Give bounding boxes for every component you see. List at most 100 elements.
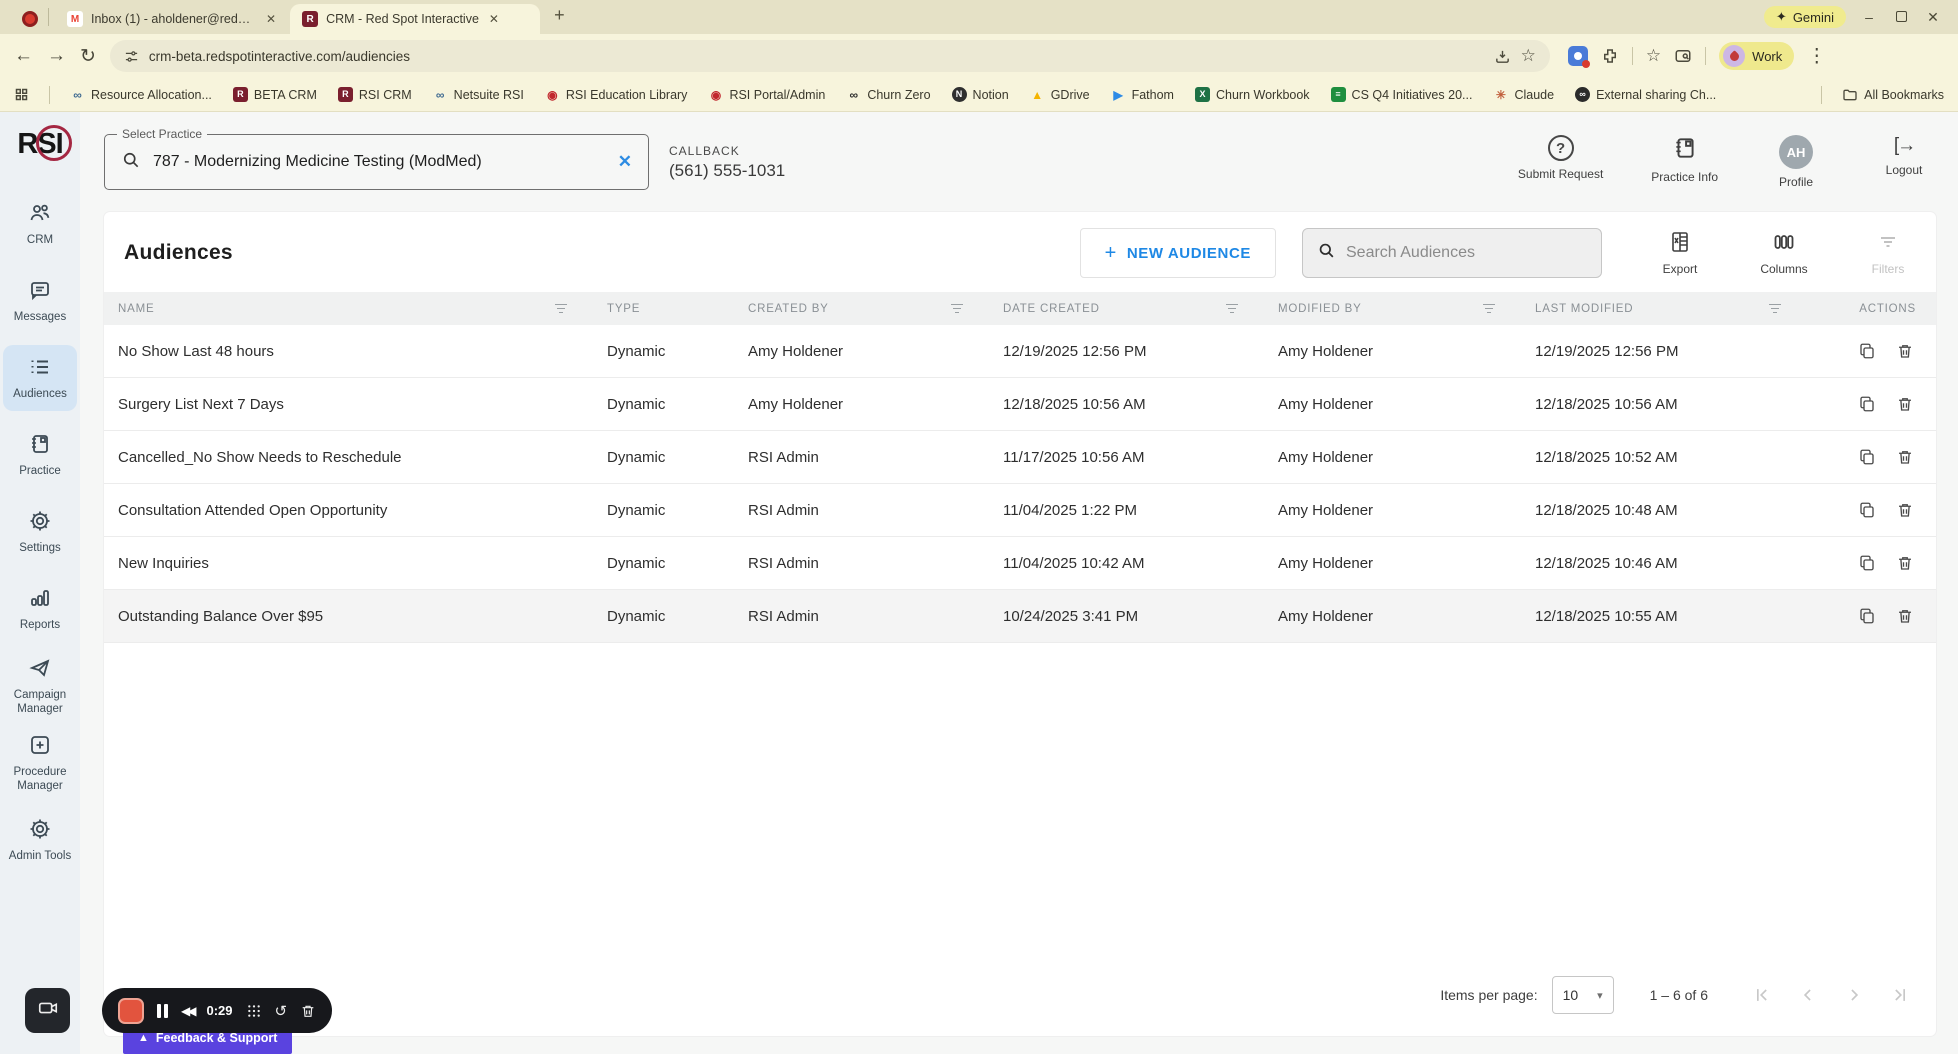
screen-recorder-launcher-button[interactable]	[25, 988, 70, 1033]
cell-last-modified: 12/19/2025 12:56 PM	[1535, 342, 1679, 360]
apps-grid-icon[interactable]	[14, 87, 29, 102]
extension-badge-icon[interactable]	[1567, 46, 1590, 68]
bookmark-item[interactable]: ∞ Resource Allocation...	[70, 87, 212, 102]
trash-icon[interactable]	[1896, 395, 1914, 413]
extensions-puzzle-icon[interactable]	[1601, 47, 1619, 65]
filter-icon	[1876, 230, 1900, 257]
sidebar-item-admin-tools[interactable]: Admin Tools	[3, 807, 77, 873]
filter-icon[interactable]	[1769, 303, 1781, 314]
cell-date-created: 11/04/2025 1:22 PM	[1003, 501, 1137, 519]
previous-page-button[interactable]	[1798, 985, 1818, 1005]
trash-icon[interactable]	[1896, 501, 1914, 519]
clear-practice-icon[interactable]: ✕	[618, 152, 632, 172]
bookmark-item[interactable]: R RSI CRM	[337, 87, 412, 102]
plus-icon: +	[1104, 241, 1117, 264]
bookmark-star-icon[interactable]: ☆	[1521, 46, 1536, 66]
copy-icon[interactable]	[1858, 501, 1876, 519]
sidebar-item-reports[interactable]: Reports	[3, 576, 77, 642]
bookmark-item[interactable]: ▲ GDrive	[1030, 87, 1089, 102]
bookmark-item[interactable]: R BETA CRM	[232, 87, 317, 102]
bookmark-item[interactable]: ◉ RSI Portal/Admin	[708, 87, 826, 102]
sidebar-item-practice[interactable]: Practice	[3, 422, 77, 488]
forward-icon[interactable]: →	[47, 45, 66, 67]
pause-button[interactable]	[157, 1003, 168, 1018]
table-row[interactable]: Consultation Attended Open Opportunity D…	[104, 484, 1936, 537]
filter-icon[interactable]	[1226, 303, 1238, 314]
filter-icon[interactable]	[951, 303, 963, 314]
restart-icon[interactable]: ↺	[275, 1002, 288, 1020]
filter-icon[interactable]	[1483, 303, 1495, 314]
stop-record-button[interactable]	[118, 997, 144, 1024]
new-tab-button[interactable]: +	[554, 5, 565, 26]
columns-button[interactable]: Columns	[1758, 230, 1810, 276]
sidebar-item-messages[interactable]: Messages	[3, 268, 77, 334]
new-audience-button[interactable]: + NEW AUDIENCE	[1079, 228, 1276, 278]
copy-icon[interactable]	[1858, 448, 1876, 466]
table-row[interactable]: Outstanding Balance Over $95 Dynamic RSI…	[104, 590, 1936, 643]
bookmark-item[interactable]: ◉ RSI Education Library	[545, 87, 687, 102]
search-tabs-icon[interactable]	[1674, 47, 1692, 65]
sidebar-item-procedure-manager[interactable]: Procedure Manager	[3, 730, 77, 796]
tab-crm[interactable]: R CRM - Red Spot Interactive ✕	[290, 4, 541, 34]
copy-icon[interactable]	[1858, 342, 1876, 360]
gemini-button[interactable]: ✦ Gemini	[1763, 6, 1846, 28]
trash-icon[interactable]	[1896, 342, 1914, 360]
sidebar-item-audiences[interactable]: Audiences	[3, 345, 77, 411]
table-row[interactable]: Surgery List Next 7 Days Dynamic Amy Hol…	[104, 378, 1936, 431]
close-window-button[interactable]: ✕	[1924, 9, 1942, 26]
export-button[interactable]: Export	[1654, 230, 1706, 276]
table-row[interactable]: New Inquiries Dynamic RSI Admin 11/04/20…	[104, 537, 1936, 590]
address-bar[interactable]: crm-beta.redspotinteractive.com/audienci…	[109, 40, 1550, 72]
trash-icon[interactable]	[300, 1003, 316, 1019]
favorites-star-icon[interactable]: ☆	[1646, 46, 1661, 66]
profile-button[interactable]: AH Profile	[1766, 135, 1826, 189]
sidebar-item-settings[interactable]: Settings	[3, 499, 77, 565]
search-audiences-input[interactable]	[1346, 244, 1587, 262]
bookmark-item[interactable]: ∞ Netsuite RSI	[433, 87, 524, 102]
trash-icon[interactable]	[1896, 448, 1914, 466]
last-page-button[interactable]	[1890, 985, 1910, 1005]
cell-last-modified: 12/18/2025 10:52 AM	[1535, 448, 1678, 466]
rewind-icon[interactable]: ◀◀	[181, 1004, 197, 1018]
table-row[interactable]: No Show Last 48 hours Dynamic Amy Holden…	[104, 325, 1936, 378]
filter-icon[interactable]	[555, 303, 567, 314]
select-practice-field[interactable]: Select Practice ✕	[104, 127, 649, 190]
logout-button[interactable]: [→ Logout	[1874, 135, 1934, 177]
install-icon[interactable]	[1494, 48, 1511, 65]
bookmark-item[interactable]: ≡ CS Q4 Initiatives 20...	[1330, 87, 1472, 102]
browser-menu-icon[interactable]: ⋮	[1807, 45, 1826, 68]
bookmark-item[interactable]: ∞ External sharing Ch...	[1575, 87, 1716, 102]
filters-button[interactable]: Filters	[1862, 230, 1914, 276]
page-size-select[interactable]: 10 ▾	[1551, 976, 1614, 1014]
bookmark-item[interactable]: ✳ Claude	[1493, 87, 1554, 102]
bookmark-item[interactable]: ▶ Fathom	[1111, 87, 1174, 102]
maximize-button[interactable]	[1892, 9, 1910, 25]
minimize-button[interactable]: –	[1860, 9, 1878, 25]
bookmark-item[interactable]: ∞ Churn Zero	[846, 87, 931, 102]
copy-icon[interactable]	[1858, 607, 1876, 625]
table-row[interactable]: Cancelled_No Show Needs to Reschedule Dy…	[104, 431, 1936, 484]
site-settings-icon[interactable]	[124, 49, 139, 64]
profile-work-button[interactable]: Work	[1719, 42, 1795, 70]
bookmark-item[interactable]: N Notion	[951, 87, 1009, 102]
reload-icon[interactable]: ↻	[80, 45, 96, 68]
select-practice-input[interactable]	[153, 153, 606, 171]
back-icon[interactable]: ←	[14, 45, 33, 67]
sidebar-item-campaign-manager[interactable]: Campaign Manager	[3, 653, 77, 719]
practice-info-button[interactable]: Practice Info	[1651, 135, 1718, 184]
bookmark-item[interactable]: X Churn Workbook	[1194, 87, 1310, 102]
trash-icon[interactable]	[1896, 554, 1914, 572]
all-bookmarks-button[interactable]: All Bookmarks	[1842, 87, 1944, 103]
copy-icon[interactable]	[1858, 395, 1876, 413]
submit-request-button[interactable]: ? Submit Request	[1518, 135, 1603, 181]
first-page-button[interactable]	[1752, 985, 1772, 1005]
blur-grid-icon[interactable]	[246, 1003, 262, 1019]
search-audiences-box[interactable]	[1302, 228, 1602, 278]
close-tab-icon[interactable]: ✕	[487, 12, 501, 26]
next-page-button[interactable]	[1844, 985, 1864, 1005]
copy-icon[interactable]	[1858, 554, 1876, 572]
sidebar-item-crm[interactable]: CRM	[3, 191, 77, 257]
tab-inbox[interactable]: M Inbox (1) - aholdener@redspot ✕	[55, 4, 290, 34]
close-tab-icon[interactable]: ✕	[264, 12, 278, 26]
trash-icon[interactable]	[1896, 607, 1914, 625]
